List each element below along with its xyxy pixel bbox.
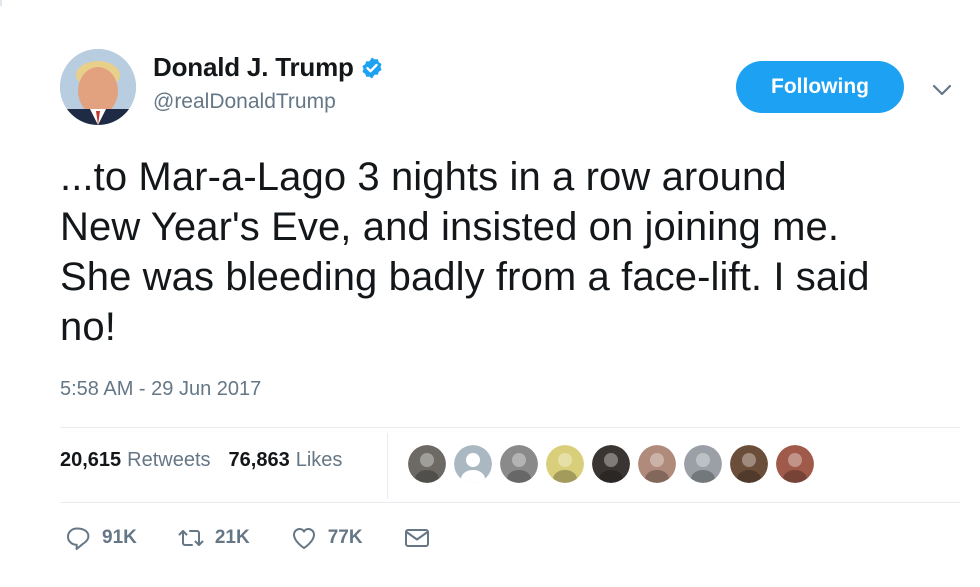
like-action[interactable]: 77K — [290, 524, 363, 552]
direct-message-action[interactable] — [403, 524, 431, 552]
stats-separator — [387, 433, 388, 499]
landscape-avatar-icon — [684, 445, 722, 483]
divider-top — [60, 427, 960, 428]
default-avatar-icon — [454, 445, 492, 483]
likes-label: Likes — [295, 449, 343, 471]
liker-avatar[interactable] — [638, 445, 676, 483]
retweet-icon — [178, 530, 204, 546]
raccoon-avatar-icon — [408, 445, 446, 483]
liker-avatar[interactable] — [684, 445, 722, 483]
envelope-icon — [404, 529, 429, 547]
reply-action[interactable]: 91K — [64, 524, 137, 552]
profile-photo-icon — [60, 49, 136, 125]
display-name[interactable]: Donald J. Trump — [153, 52, 354, 83]
liker-avatars — [408, 445, 822, 483]
reply-count: 91K — [102, 527, 137, 548]
tweet-actions: 91K 21K 77K — [64, 524, 471, 552]
name-row: Donald J. Trump — [153, 52, 384, 83]
cat-avatar-icon — [500, 445, 538, 483]
person-avatar-icon — [592, 445, 630, 483]
liker-avatar[interactable] — [408, 445, 446, 483]
tweet-text: ...to Mar-a-Lago 3 nights in a row aroun… — [60, 155, 870, 349]
retweet-count: 21K — [214, 527, 250, 548]
people-avatar-icon — [776, 445, 814, 483]
person-avatar-icon — [638, 445, 676, 483]
like-count: 77K — [327, 527, 363, 548]
likes-stat[interactable]: 76,863 Likes — [229, 449, 343, 472]
liker-avatar[interactable] — [592, 445, 630, 483]
following-button[interactable]: Following — [736, 61, 904, 113]
liker-avatar[interactable] — [776, 445, 814, 483]
tweet-stats: 20,615 Retweets 76,863 Likes — [60, 449, 360, 472]
divider-bottom — [60, 502, 960, 503]
liker-avatar[interactable] — [730, 445, 768, 483]
retweets-stat[interactable]: 20,615 Retweets — [60, 449, 211, 472]
liker-avatar[interactable] — [454, 445, 492, 483]
group-avatar-icon — [730, 445, 768, 483]
chevron-down-icon[interactable] — [930, 80, 954, 100]
liker-avatar[interactable] — [546, 445, 584, 483]
liker-avatar[interactable] — [500, 445, 538, 483]
verified-badge-icon — [362, 57, 382, 78]
retweet-action[interactable]: 21K — [177, 524, 250, 552]
likes-count: 76,863 — [228, 449, 290, 471]
tweet-timestamp[interactable]: 5:58 AM - 29 Jun 2017 — [60, 378, 261, 401]
profile-avatar[interactable] — [60, 49, 136, 125]
retweets-label: Retweets — [127, 449, 211, 471]
top-edge-mark — [0, 0, 2, 6]
heart-icon — [292, 528, 315, 549]
reply-icon — [67, 527, 90, 550]
user-handle[interactable]: @realDonaldTrump — [153, 90, 336, 114]
cartoon-avatar-icon — [546, 445, 584, 483]
retweets-count: 20,615 — [60, 449, 122, 471]
